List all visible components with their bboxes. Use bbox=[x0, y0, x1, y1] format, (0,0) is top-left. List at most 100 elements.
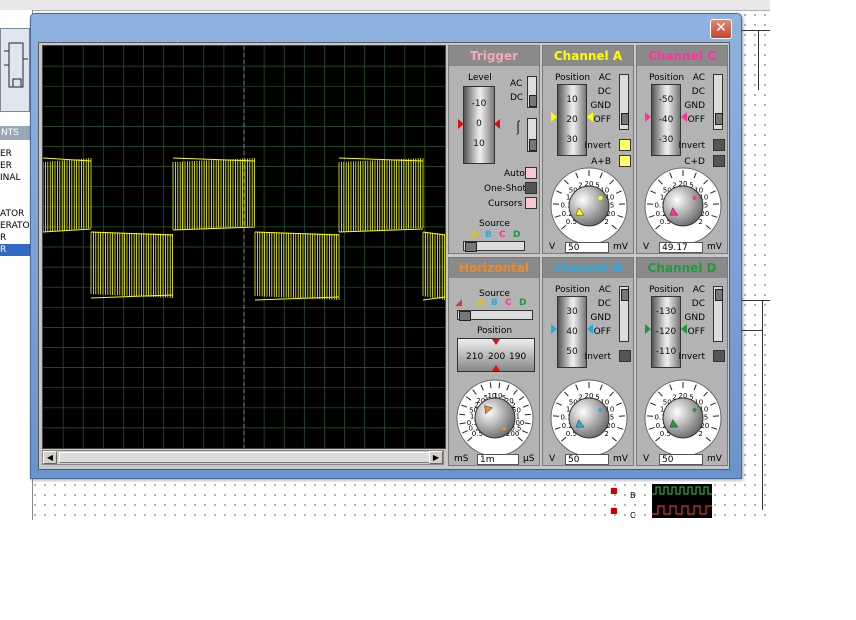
scroll-right-button[interactable]: ▶ bbox=[429, 451, 443, 464]
scope-display bbox=[43, 46, 445, 448]
channel-d-mode-ac: AC bbox=[692, 285, 705, 295]
component-list[interactable]: ER ER INAL ATOR ERATO R R bbox=[0, 148, 31, 256]
list-item[interactable] bbox=[0, 196, 31, 208]
channel-a-marker-left bbox=[551, 112, 557, 122]
channel-a-invert-label: Invert bbox=[584, 141, 611, 151]
cursors-button[interactable] bbox=[525, 197, 537, 209]
channel-c-panel: Channel C Position -50 -40 -30 AC DC GND OFF … bbox=[636, 45, 728, 254]
list-item[interactable] bbox=[0, 184, 31, 196]
dial-knob[interactable] bbox=[568, 397, 610, 439]
channel-a-title: Channel A bbox=[543, 46, 633, 66]
one-shot-button[interactable] bbox=[525, 182, 537, 194]
horizontal-title: Horizontal bbox=[449, 258, 539, 278]
source-a: A bbox=[471, 230, 478, 240]
channel-c-unit-left: V bbox=[643, 242, 650, 252]
channel-b-invert-button[interactable] bbox=[619, 350, 631, 362]
close-button[interactable]: ✕ bbox=[710, 19, 732, 39]
list-item[interactable]: INAL bbox=[0, 172, 31, 184]
component-list-header: NTS bbox=[0, 126, 33, 140]
channel-d-title: Channel D bbox=[637, 258, 727, 278]
scope-screen[interactable] bbox=[42, 45, 446, 449]
list-item-selected[interactable]: R bbox=[0, 244, 31, 256]
component-sidebar: NTS ER ER INAL ATOR ERATO R R bbox=[0, 10, 33, 520]
dial-scale-label: 5 bbox=[610, 414, 614, 422]
edge-icon: ⎰ bbox=[511, 121, 525, 137]
channel-a-position-slider[interactable]: 10 20 30 bbox=[557, 84, 587, 156]
channel-b-unit-left: V bbox=[549, 454, 556, 464]
channel-b-coupling-switch[interactable] bbox=[619, 286, 629, 342]
waveform-segment bbox=[90, 231, 174, 299]
channel-b-tick: 60 bbox=[558, 367, 586, 368]
channel-a-mode-off: OFF bbox=[593, 115, 611, 125]
channel-c-invert-button[interactable] bbox=[713, 139, 725, 151]
level-marker-left bbox=[458, 119, 464, 129]
channel-d-invert-button[interactable] bbox=[713, 350, 725, 362]
trigger-coupling-switch[interactable] bbox=[527, 76, 537, 108]
channel-a-volts-dial[interactable]: 0.50.20.11502 20 510105202 bbox=[543, 162, 635, 242]
channel-d-mode-off: OFF bbox=[687, 327, 705, 337]
waveform-segment bbox=[43, 157, 92, 233]
list-item[interactable]: ATOR bbox=[0, 208, 31, 220]
channel-d-value: 50 bbox=[659, 454, 703, 465]
channel-c-position-slider[interactable]: -50 -40 -30 bbox=[651, 84, 681, 156]
scope-scrollbar[interactable]: ◀ ▶ bbox=[42, 450, 444, 465]
channel-c-coupling-switch[interactable] bbox=[713, 74, 723, 130]
scroll-left-button[interactable]: ◀ bbox=[43, 451, 57, 464]
channel-c-volts-dial[interactable]: 0.50.20.11502 20 510105202 bbox=[637, 162, 729, 242]
source-c: C bbox=[499, 230, 506, 240]
channel-c-value: 49.17 bbox=[659, 242, 703, 253]
dial-knob[interactable] bbox=[474, 397, 516, 439]
channel-a-tick: 30 bbox=[566, 135, 578, 145]
trigger-level-slider[interactable]: -10 0 10 bbox=[463, 86, 495, 164]
channel-d-coupling-switch[interactable] bbox=[713, 286, 723, 342]
cursors-label: Cursors bbox=[488, 199, 523, 209]
horizontal-unit-left: mS bbox=[454, 454, 469, 464]
channel-b-marker-right bbox=[587, 324, 593, 334]
dial-knob[interactable] bbox=[662, 397, 704, 439]
channel-c-tick: -40 bbox=[658, 115, 674, 125]
dial-knob[interactable] bbox=[662, 185, 704, 227]
list-item[interactable]: R bbox=[0, 232, 31, 244]
channel-b-marker-left bbox=[551, 324, 557, 334]
list-item[interactable]: ER bbox=[0, 160, 31, 172]
timebase-dial[interactable]: 0.50.20.11502205 1010 52025011000.5200 bbox=[449, 374, 541, 454]
ramp-icon: ◢ bbox=[455, 298, 462, 308]
horizontal-source-slider[interactable] bbox=[457, 310, 533, 321]
channel-b-invert-label: Invert bbox=[584, 352, 611, 362]
hsource-a: A bbox=[477, 298, 484, 308]
channel-b-position-slider[interactable]: 30 40 50 60 bbox=[557, 296, 587, 368]
list-item[interactable]: ER bbox=[0, 148, 31, 160]
channel-b-mode-dc: DC bbox=[597, 299, 611, 309]
channel-d-tick: -110 bbox=[655, 347, 677, 357]
dial-scale-label: 2 bbox=[698, 218, 702, 226]
channel-d-volts-dial[interactable]: 0.50.20.11502 20 510105202 bbox=[637, 374, 729, 454]
dial-pointer-tail bbox=[501, 426, 506, 431]
horizontal-position-wheel[interactable]: 210 200 190 bbox=[457, 338, 535, 372]
channel-d-tick: -120 bbox=[655, 327, 677, 337]
channel-b-value: 50 bbox=[565, 454, 609, 465]
channel-a-mode-ac: AC bbox=[598, 73, 611, 83]
channel-a-invert-button[interactable] bbox=[619, 139, 631, 151]
channel-c-title: Channel C bbox=[637, 46, 727, 66]
channel-d-position-slider[interactable]: -130 -120 -110 bbox=[651, 296, 681, 368]
channel-a-mode-dc: DC bbox=[597, 87, 611, 97]
list-item[interactable]: ERATO bbox=[0, 220, 31, 232]
channel-b-mode-ac: AC bbox=[598, 285, 611, 295]
scroll-thumb[interactable] bbox=[59, 452, 431, 463]
dial-scale-label: 5 bbox=[704, 202, 708, 210]
channel-b-volts-dial[interactable]: 0.50.20.11502 20 510105202 bbox=[543, 374, 635, 454]
overview-thumbnail[interactable] bbox=[0, 28, 30, 112]
channel-a-coupling-switch[interactable] bbox=[619, 74, 629, 130]
auto-button[interactable] bbox=[525, 167, 537, 179]
channel-b-tick: 50 bbox=[566, 347, 578, 357]
channel-c-tick: -50 bbox=[658, 95, 674, 105]
trigger-source-slider[interactable] bbox=[463, 241, 525, 252]
trigger-edge-switch[interactable] bbox=[527, 118, 537, 152]
pin-marker: ■ bbox=[610, 506, 618, 515]
channel-a-panel: Channel A Position 10 20 30 AC DC GND OFF Inv… bbox=[542, 45, 634, 254]
dial-pointer-tail bbox=[692, 195, 697, 200]
trigger-source-label: Source bbox=[479, 219, 510, 229]
channel-a-tick: 20 bbox=[566, 115, 578, 125]
channel-c-mode-ac: AC bbox=[692, 73, 705, 83]
dial-knob[interactable] bbox=[568, 185, 610, 227]
